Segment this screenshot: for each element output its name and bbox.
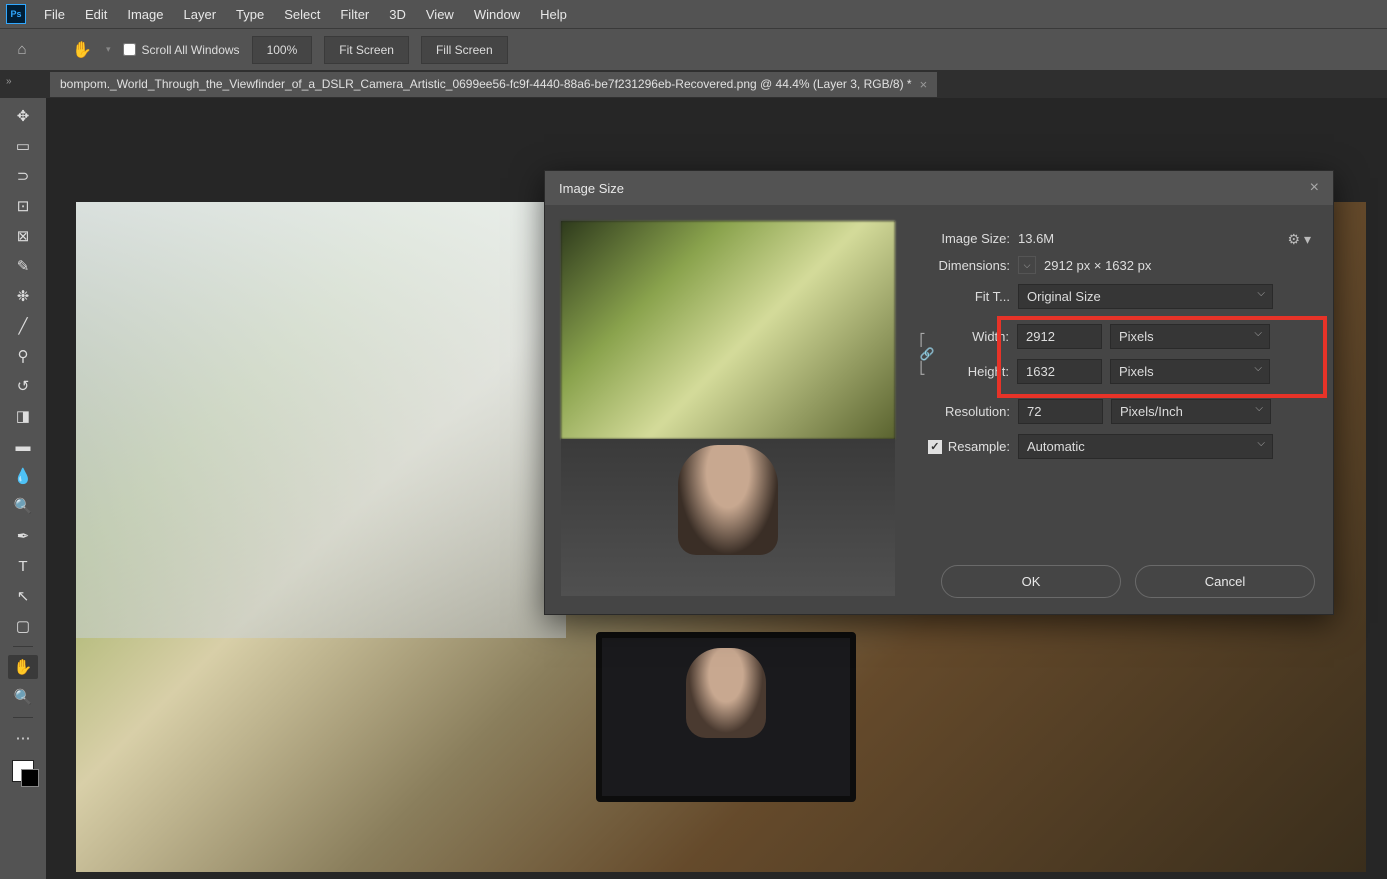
height-unit-select[interactable]: Pixels [1110,359,1270,384]
resolution-input[interactable] [1018,399,1103,424]
menu-file[interactable]: File [36,3,73,26]
photoshop-logo: Ps [6,4,26,24]
blur-tool[interactable]: 💧 [8,464,38,488]
type-tool[interactable]: T [8,554,38,578]
path-select-tool[interactable]: ↖ [8,584,38,608]
resample-method-select[interactable]: Automatic [1018,434,1273,459]
dialog-titlebar[interactable]: Image Size × [545,171,1333,205]
history-brush-tool[interactable]: ↺ [8,374,38,398]
menu-layer[interactable]: Layer [176,3,225,26]
height-label: Height: [939,364,1009,379]
scroll-all-label: Scroll All Windows [142,43,240,57]
document-tab[interactable]: bompom._World_Through_the_Viewfinder_of_… [50,72,937,97]
fit-to-label: Fit T... [915,289,1010,304]
image-laptop [596,632,856,802]
resolution-unit-select[interactable]: Pixels/Inch [1111,399,1271,424]
dialog-title: Image Size [559,181,624,196]
scroll-all-windows-checkbox[interactable]: Scroll All Windows [123,43,240,57]
ok-button[interactable]: OK [941,565,1121,598]
dialog-form: ⚙ ▾ Image Size: 13.6M Dimensions: ⌵ 2912… [915,221,1317,596]
crop-tool[interactable]: ⊡ [8,194,38,218]
move-tool[interactable]: ✥ [8,104,38,128]
width-input[interactable] [1017,324,1102,349]
clone-stamp-tool[interactable]: ⚲ [8,344,38,368]
width-unit-select[interactable]: Pixels [1110,324,1270,349]
close-tab-icon[interactable]: × [920,77,928,92]
menu-help[interactable]: Help [532,3,575,26]
image-size-label: Image Size: [915,231,1010,246]
zoom-100-button[interactable]: 100% [252,36,313,64]
fill-screen-button[interactable]: Fill Screen [421,36,508,64]
tool-palette: ✥ ▭ ⊃ ⊡ ⊠ ✎ ❉ ╱ ⚲ ↺ ◨ ▬ 💧 🔍 ✒ T ↖ ▢ ✋ 🔍 … [0,98,46,879]
settings-gear-icon[interactable]: ⚙ ▾ [1288,231,1311,248]
document-title: bompom._World_Through_the_Viewfinder_of_… [60,77,912,91]
options-bar: ⌂ ✋ ▾ Scroll All Windows 100% Fit Screen… [0,28,1387,70]
menu-window[interactable]: Window [466,3,528,26]
width-label: Width: [939,329,1009,344]
menu-3d[interactable]: 3D [381,3,414,26]
menu-edit[interactable]: Edit [77,3,115,26]
menu-view[interactable]: View [418,3,462,26]
preview-bottom [561,439,895,597]
eyedropper-tool[interactable]: ✎ [8,254,38,278]
hand-tool-icon[interactable]: ✋ [70,38,94,62]
menu-type[interactable]: Type [228,3,272,26]
menu-image[interactable]: Image [119,3,171,26]
hand-tool[interactable]: ✋ [8,655,38,679]
image-size-value: 13.6M [1018,231,1054,246]
fit-to-select[interactable]: Original Size [1018,284,1273,309]
menu-bar: Ps File Edit Image Layer Type Select Fil… [0,0,1387,28]
spot-heal-tool[interactable]: ❉ [8,284,38,308]
more-tools-icon[interactable]: ⋯ [8,726,38,750]
dimensions-value: 2912 px × 1632 px [1044,258,1151,273]
cancel-button[interactable]: Cancel [1135,565,1315,598]
resample-label: Resample: [948,439,1010,454]
document-tab-bar: » bompom._World_Through_the_Viewfinder_o… [0,70,1387,98]
brush-tool[interactable]: ╱ [8,314,38,338]
fit-screen-button[interactable]: Fit Screen [324,36,409,64]
foreground-background-color[interactable] [12,760,34,782]
preview-top [561,221,895,439]
menu-select[interactable]: Select [276,3,328,26]
zoom-tool[interactable]: 🔍 [8,685,38,709]
tool-separator-2 [13,717,33,718]
image-size-dialog: Image Size × ⚙ ▾ Image Size: 13.6M Dimen… [544,170,1334,615]
height-input[interactable] [1017,359,1102,384]
resolution-label: Resolution: [915,404,1010,419]
pen-tool[interactable]: ✒ [8,524,38,548]
lasso-tool[interactable]: ⊃ [8,164,38,188]
marquee-tool[interactable]: ▭ [8,134,38,158]
tool-separator [13,646,33,647]
image-preview [561,221,895,596]
resample-checkbox[interactable]: ✓ [928,440,942,454]
dimensions-label: Dimensions: [915,258,1010,273]
gradient-tool[interactable]: ▬ [8,434,38,458]
dimensions-disclosure-icon[interactable]: ⌵ [1018,256,1036,274]
expand-panels-icon[interactable]: » [6,76,12,87]
home-icon[interactable]: ⌂ [10,38,34,62]
constrain-proportions-icon[interactable]: ⎡🔗⎣ [915,319,939,389]
frame-tool[interactable]: ⊠ [8,224,38,248]
eraser-tool[interactable]: ◨ [8,404,38,428]
menu-filter[interactable]: Filter [332,3,377,26]
dodge-tool[interactable]: 🔍 [8,494,38,518]
close-dialog-icon[interactable]: × [1310,179,1319,197]
rectangle-tool[interactable]: ▢ [8,614,38,638]
